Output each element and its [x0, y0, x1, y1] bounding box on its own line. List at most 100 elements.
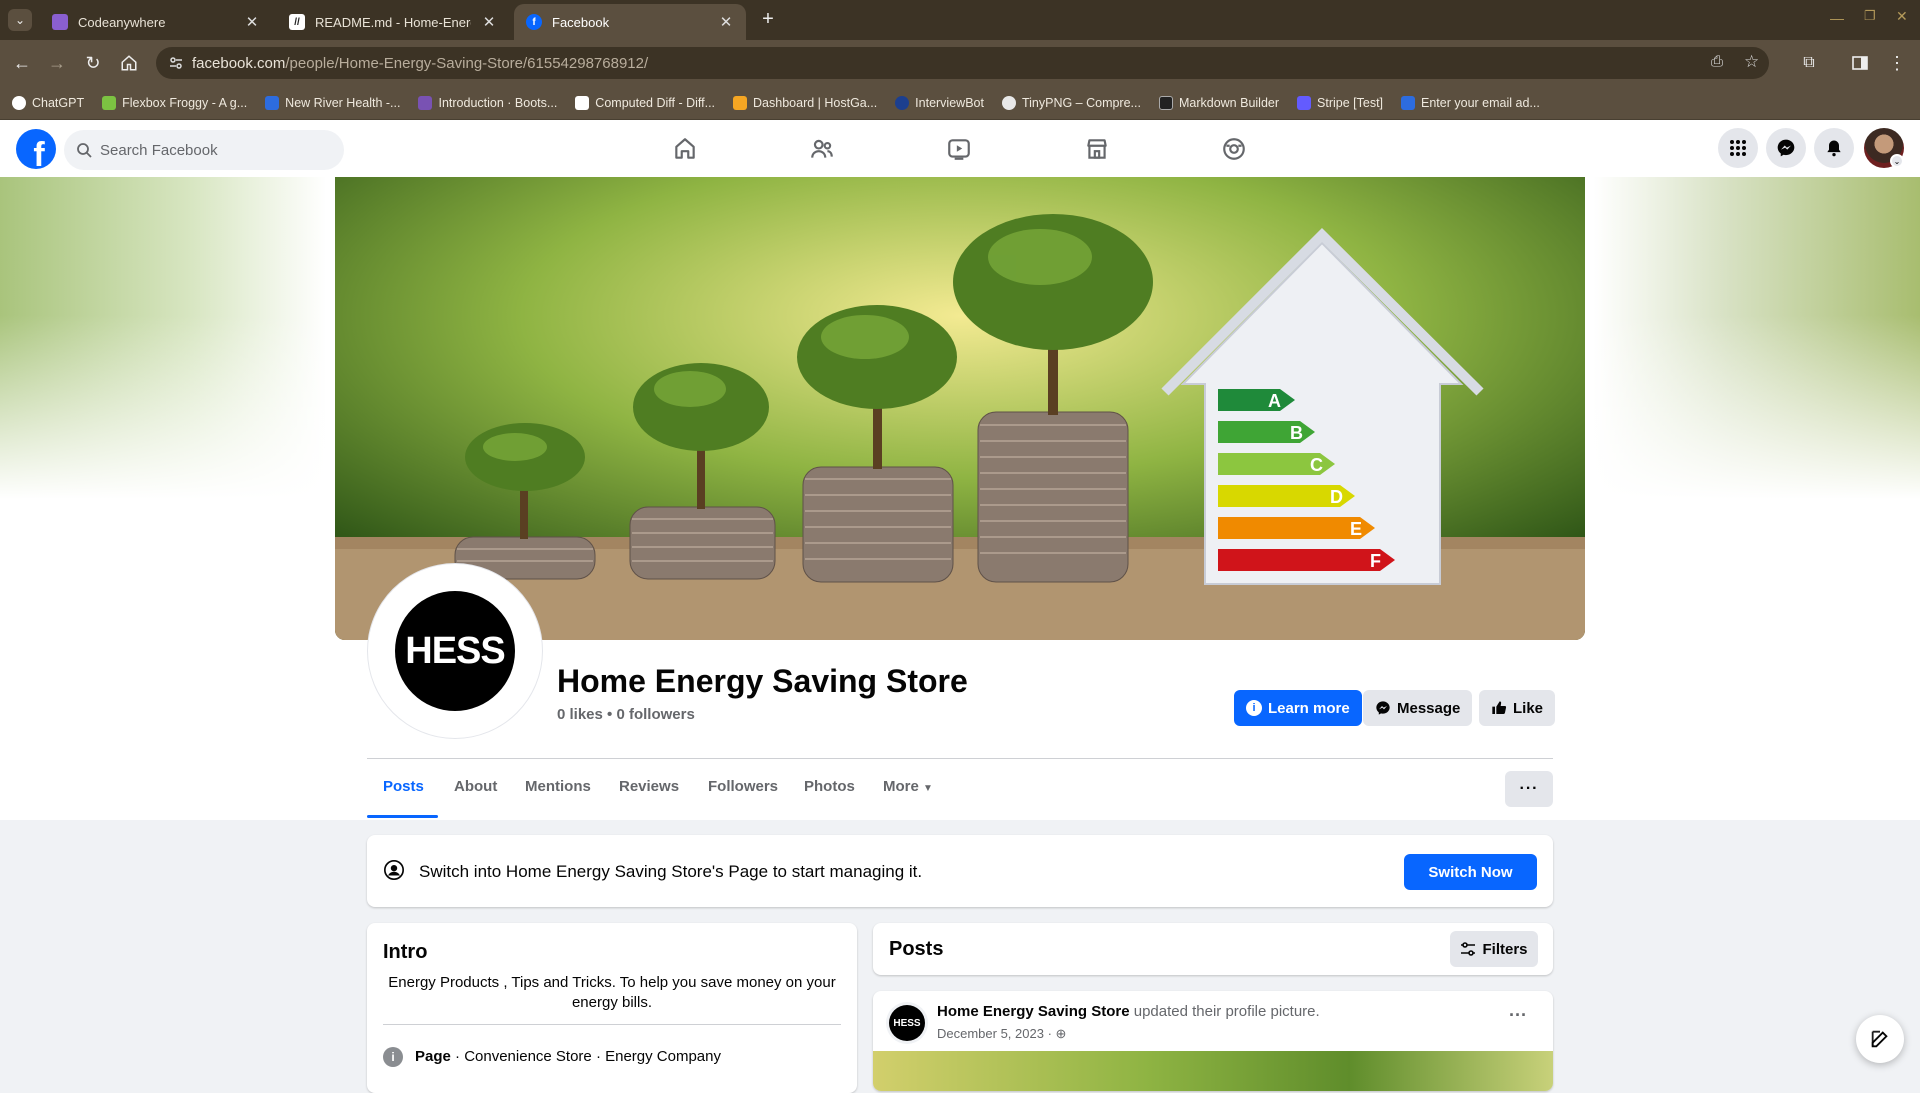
tab-reviews[interactable]: Reviews: [619, 778, 679, 795]
interviewbot-icon: [895, 95, 910, 110]
back-icon[interactable]: ←: [9, 50, 35, 76]
home-icon[interactable]: [116, 50, 142, 76]
menu-grid-icon[interactable]: [1718, 128, 1758, 168]
messenger-icon: [1376, 701, 1390, 715]
message-button[interactable]: Message: [1363, 690, 1473, 726]
install-app-icon[interactable]: ⎙: [1711, 53, 1723, 70]
address-bar[interactable]: facebook.com/people/Home-Energy-Saving-S…: [156, 47, 1769, 79]
restore-icon[interactable]: ❐: [1864, 8, 1876, 24]
new-tab-button[interactable]: +: [758, 8, 778, 32]
info-icon: i: [383, 1047, 403, 1067]
bookmark-interviewbot[interactable]: InterviewBot: [895, 95, 984, 110]
url-path: /people/Home-Energy-Saving-Store/6155429…: [285, 54, 649, 72]
hess-logo: HESS: [395, 591, 515, 711]
browser-tab-facebook[interactable]: f Facebook ✕: [514, 4, 746, 40]
chatgpt-icon: [12, 95, 26, 110]
codeanywhere-icon: [52, 14, 68, 30]
tab-followers[interactable]: Followers: [708, 778, 778, 795]
more-options-button[interactable]: ···: [1505, 771, 1553, 807]
tab-photos[interactable]: Photos: [804, 778, 855, 795]
close-tab-icon[interactable]: ✕: [718, 13, 734, 31]
bookmark-hostgator[interactable]: Dashboard | HostGa...: [733, 95, 877, 110]
side-panel-icon[interactable]: [1847, 50, 1873, 76]
bookmark-markdown-builder[interactable]: Markdown Builder: [1158, 95, 1280, 110]
filters-label: Filters: [1482, 940, 1528, 958]
compose-icon: [1871, 1030, 1888, 1048]
markdown-icon: [1158, 95, 1173, 110]
profile-divider: [367, 758, 1553, 759]
video-nav-icon[interactable]: [942, 132, 976, 166]
tab-title: README.md - Home-Energy-Sa: [315, 14, 471, 30]
switch-profile-icon: [383, 859, 405, 886]
like-label: Like: [1513, 699, 1544, 717]
page-category-list: · Convenience Store · Energy Company: [450, 1048, 721, 1065]
messenger-icon[interactable]: [1766, 128, 1806, 168]
new-message-button[interactable]: [1856, 1015, 1904, 1063]
facebook-header: f Search Facebook ⌄: [0, 120, 1920, 177]
facebook-logo-icon[interactable]: f: [16, 129, 56, 169]
switch-banner-text: Switch into Home Energy Saving Store's P…: [419, 862, 923, 881]
tab-search-chevron-icon[interactable]: ⌄: [8, 9, 32, 31]
tab-title: Facebook: [552, 14, 610, 30]
notifications-bell-icon[interactable]: [1814, 128, 1854, 168]
bookmark-flexbox-froggy[interactable]: Flexbox Froggy - A g...: [102, 95, 247, 110]
post-author-name[interactable]: Home Energy Saving Store: [937, 1003, 1130, 1020]
learn-more-button[interactable]: i Learn more: [1234, 690, 1362, 726]
diff-icon: [575, 95, 590, 110]
site-info-icon[interactable]: [168, 55, 184, 75]
tab-more[interactable]: More ▼: [883, 778, 933, 795]
post-date[interactable]: December 5, 2023 ·: [937, 1026, 1056, 1041]
tab-posts[interactable]: Posts: [383, 778, 424, 795]
close-tab-icon[interactable]: ✕: [244, 13, 260, 31]
tab-mentions[interactable]: Mentions: [525, 778, 591, 795]
close-window-icon[interactable]: ✕: [1896, 8, 1908, 25]
page-category-type: Page: [415, 1048, 451, 1065]
bookmark-tinypng[interactable]: TinyPNG – Compre...: [1001, 95, 1141, 110]
friends-nav-icon[interactable]: [805, 132, 839, 166]
post-meta: December 5, 2023 · ⊕: [937, 1026, 1066, 1042]
energy-label-f: F: [1370, 551, 1381, 571]
minimize-icon[interactable]: —: [1830, 10, 1844, 26]
bookmark-label: New River Health -...: [285, 95, 401, 110]
cover-photo[interactable]: A B C D E F: [335, 177, 1585, 640]
home-nav-icon[interactable]: [668, 132, 702, 166]
close-tab-icon[interactable]: ✕: [481, 13, 497, 31]
like-button[interactable]: Like: [1479, 690, 1556, 726]
bookmark-new-river-health[interactable]: New River Health -...: [265, 95, 401, 110]
browser-tab-codeanywhere[interactable]: Codeanywhere ✕: [40, 4, 272, 40]
gaming-nav-icon[interactable]: [1217, 132, 1251, 166]
forward-icon[interactable]: →: [44, 50, 70, 76]
tab-about[interactable]: About: [454, 778, 497, 795]
bookmark-email[interactable]: Enter your email ad...: [1401, 95, 1540, 110]
extensions-icon[interactable]: ⧉: [1796, 50, 1822, 76]
profile-picture[interactable]: HESS: [368, 564, 542, 738]
bookmarks-bar: ChatGPT Flexbox Froggy - A g... New Rive…: [0, 86, 1920, 120]
bookmark-star-icon[interactable]: ☆: [1744, 52, 1759, 72]
filters-button[interactable]: Filters: [1450, 931, 1538, 967]
stripe-icon: [1297, 95, 1312, 110]
post-options-icon[interactable]: ···: [1509, 1005, 1527, 1026]
energy-label-a: A: [1268, 391, 1281, 411]
intro-bio: Energy Products , Tips and Tricks. To he…: [388, 974, 836, 1011]
bookmark-bootstrap[interactable]: Introduction · Boots...: [418, 95, 557, 110]
page-category: Page · Convenience Store · Energy Compan…: [415, 1048, 721, 1065]
search-input[interactable]: Search Facebook: [64, 130, 344, 170]
bookmark-computed-diff[interactable]: Computed Diff - Diff...: [575, 95, 715, 110]
bookmark-chatgpt[interactable]: ChatGPT: [12, 95, 84, 110]
bookmark-label: Stripe [Test]: [1317, 95, 1384, 110]
page-stats[interactable]: 0 likes • 0 followers: [557, 706, 695, 723]
account-avatar[interactable]: ⌄: [1864, 128, 1904, 168]
switch-now-button[interactable]: Switch Now: [1404, 854, 1537, 890]
cover-illustration: A B C D E F: [335, 177, 1585, 640]
browser-tab-readme[interactable]: // README.md - Home-Energy-Sa ✕: [277, 4, 509, 40]
marketplace-nav-icon[interactable]: [1080, 132, 1114, 166]
email-icon: [1401, 95, 1416, 110]
post-image[interactable]: [873, 1051, 1553, 1091]
bookmark-label: Markdown Builder: [1178, 95, 1280, 110]
chevron-down-icon: ⌄: [1890, 154, 1904, 168]
reload-icon[interactable]: ↻: [80, 50, 106, 76]
post-author-avatar[interactable]: HESS: [889, 1005, 925, 1041]
frog-icon: [102, 95, 117, 110]
bookmark-stripe[interactable]: Stripe [Test]: [1297, 95, 1384, 110]
browser-menu-icon[interactable]: ⋮: [1884, 50, 1910, 76]
